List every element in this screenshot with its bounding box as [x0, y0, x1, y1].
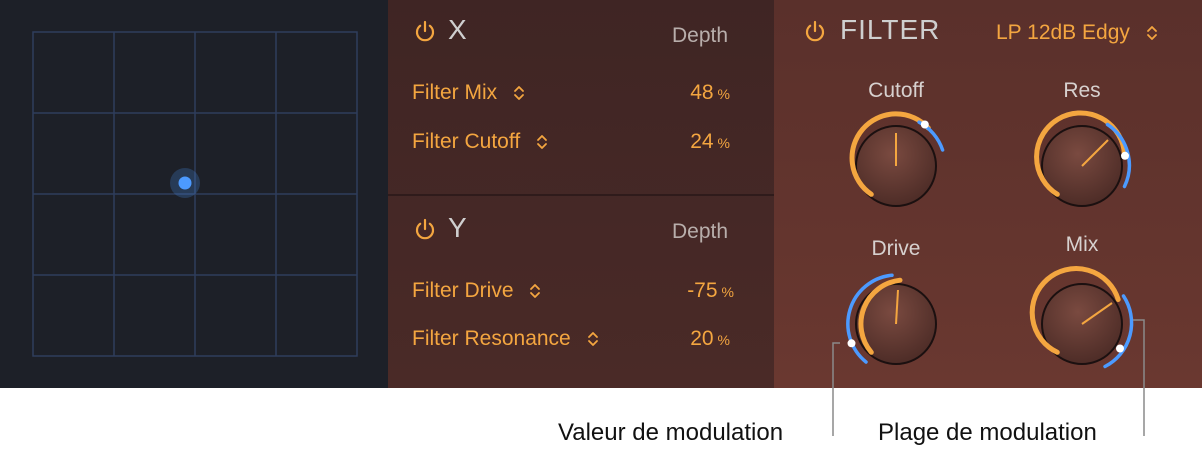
- callout-leaders: [832, 319, 1145, 436]
- leader-modulation-range: [1133, 319, 1145, 436]
- callout-modulation-value: Valeur de modulation: [558, 419, 784, 446]
- callout-modulation-range: Plage de modulation: [878, 419, 1097, 446]
- leader-modulation-value: [832, 342, 840, 436]
